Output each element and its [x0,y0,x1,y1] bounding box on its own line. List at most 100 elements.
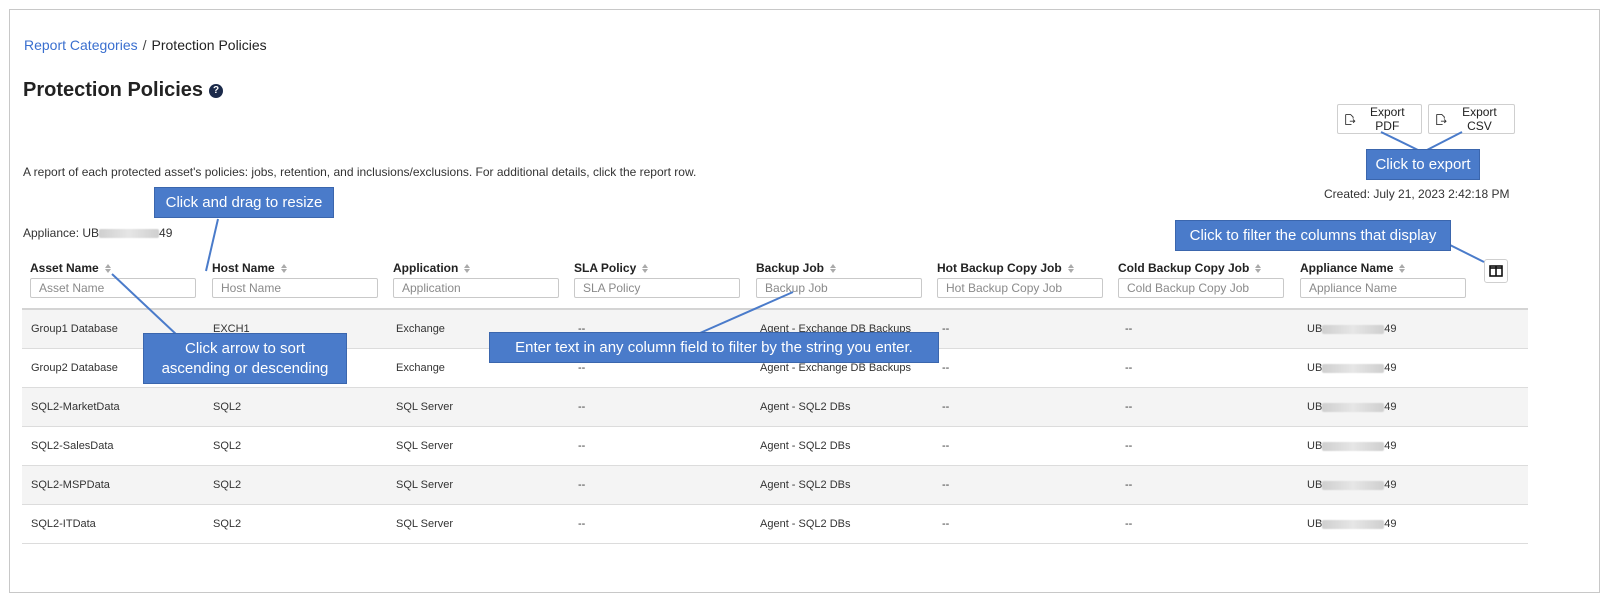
hot-backup-copy-cell: -- [942,440,950,452]
sort-arrows-icon[interactable] [280,263,287,273]
column-chooser-button[interactable] [1484,259,1508,283]
host-name-cell: SQL2 [213,440,242,452]
appliance-info: Appliance: UB 49 [23,226,172,240]
column-header: Hot Backup Copy Job [937,261,1074,275]
report-description: A report of each protected asset's polic… [23,165,697,179]
cold-backup-copy-cell: -- [1125,401,1133,413]
callout-sort: Click arrow to sort ascending or descend… [143,333,347,384]
application-cell: Exchange [396,323,445,335]
sort-arrows-icon[interactable] [830,263,837,273]
breadcrumb-current: Protection Policies [151,37,267,53]
sort-arrows-icon[interactable] [1255,263,1262,273]
cold-backup-copy-cell: -- [1125,518,1133,530]
export-csv-button[interactable]: Export CSV [1428,104,1515,134]
host-name-cell: SQL2 [213,479,242,491]
appliance-suffix: 49 [1384,362,1397,374]
export-file-icon [1345,113,1356,125]
sla-policy-cell: -- [578,401,586,413]
breadcrumb: Report Categories / Protection Policies [24,37,267,53]
help-icon[interactable]: ? [209,83,224,98]
hot-backup-copy-cell: -- [942,518,950,530]
breadcrumb-separator: / [142,37,147,53]
callout-sort-line1: Click arrow to sort [184,339,306,357]
column-label: Asset Name [30,261,99,275]
export-pdf-button[interactable]: Export PDF [1337,104,1422,134]
appliance-prefix: UB [1307,401,1323,413]
column-filter-input[interactable] [756,278,922,298]
sort-arrows-icon[interactable] [1399,263,1406,273]
appliance-prefix: UB [1307,440,1323,452]
export-pdf-label: Export PDF [1369,105,1405,133]
column-label: Host Name [212,261,275,275]
table-row[interactable]: SQL2-MarketData SQL2 SQL Server -- Agent - S… [22,388,1528,427]
redacted-text [99,229,160,239]
callout-filter-text: Enter text in any column field to filter… [489,332,939,363]
hot-backup-copy-cell: -- [942,401,950,413]
created-timestamp: Created: July 21, 2023 2:42:18 PM [1324,187,1510,201]
table-row[interactable]: SQL2-SalesData SQL2 SQL Server -- Agent - SQ… [22,427,1528,466]
application-cell: SQL Server [396,479,454,491]
appliance-prefix: UB [1307,479,1323,491]
appliance-suffix: 49 [1384,323,1397,335]
cold-backup-copy-cell: -- [1125,362,1133,374]
breadcrumb-report-categories-link[interactable]: Report Categories [24,37,138,53]
column-label: Hot Backup Copy Job [937,261,1062,275]
appliance-name-cell: UB 49 [1307,388,1397,426]
redacted-text [1322,363,1385,373]
asset-name-cell: SQL2-ITData [31,518,96,530]
appliance-suffix: 49 [159,226,173,240]
appliance-suffix: 49 [1384,479,1397,491]
column-filter-input[interactable] [212,278,378,298]
column-filter-input[interactable] [937,278,1103,298]
column-header-label: SLA Policy [574,261,649,275]
column-header: Asset Name [30,261,111,275]
column-header: Application [393,261,471,275]
backup-job-cell: Agent - SQL2 DBs [760,518,851,530]
hot-backup-copy-cell: -- [942,362,950,374]
column-filter-input[interactable] [393,278,559,298]
callout-filter-columns: Click to filter the columns that display [1175,220,1451,251]
column-header-label: Appliance Name [1300,261,1406,275]
column-header: Backup Job [756,261,837,275]
redacted-text [1322,324,1385,334]
redacted-text [1322,519,1385,529]
appliance-name-cell: UB 49 [1307,427,1397,465]
table-row[interactable]: SQL2-MSPData SQL2 SQL Server -- Agent - SQL2… [22,466,1528,505]
export-csv-label: Export CSV [1462,105,1497,133]
column-filter-input[interactable] [1118,278,1284,298]
redacted-text [1322,402,1385,412]
sort-arrows-icon[interactable] [1067,263,1074,273]
column-filter-input[interactable] [1300,278,1466,298]
callout-sort-line2: ascending or descending [161,359,329,377]
column-label: Appliance Name [1300,261,1394,275]
column-filter-input[interactable] [574,278,740,298]
asset-name-cell: SQL2-MSPData [31,479,110,491]
redacted-text [1322,441,1385,451]
cold-backup-copy-cell: -- [1125,479,1133,491]
callout-export: Click to export [1366,149,1480,180]
redacted-text [1322,480,1385,490]
sort-arrows-icon[interactable] [104,263,111,273]
column-label: Application [393,261,459,275]
appliance-suffix: 49 [1384,518,1397,530]
table-row[interactable]: SQL2-ITData SQL2 SQL Server -- Agent - SQL2 … [22,505,1528,544]
column-label: Backup Job [756,261,825,275]
asset-name-cell: Group2 Database [31,362,118,374]
appliance-prefix: UB [1307,518,1323,530]
application-cell: SQL Server [396,401,454,413]
appliance-suffix: 49 [1384,401,1397,413]
appliance-name-cell: UB 49 [1307,505,1397,543]
column-header-label: Asset Name [30,261,111,275]
column-label: Cold Backup Copy Job [1118,261,1250,275]
callout-resize: Click and drag to resize [154,187,334,218]
hot-backup-copy-cell: -- [942,479,950,491]
asset-name-cell: SQL2-MarketData [31,401,120,413]
column-filter-input[interactable] [30,278,196,298]
column-header: Host Name [212,261,287,275]
page-title: Protection Policies [23,79,204,101]
sort-arrows-icon[interactable] [464,263,471,273]
sort-arrows-icon[interactable] [642,263,649,273]
application-cell: SQL Server [396,440,454,452]
column-header-label: Backup Job [756,261,837,275]
appliance-name-cell: UB 49 [1307,466,1397,504]
